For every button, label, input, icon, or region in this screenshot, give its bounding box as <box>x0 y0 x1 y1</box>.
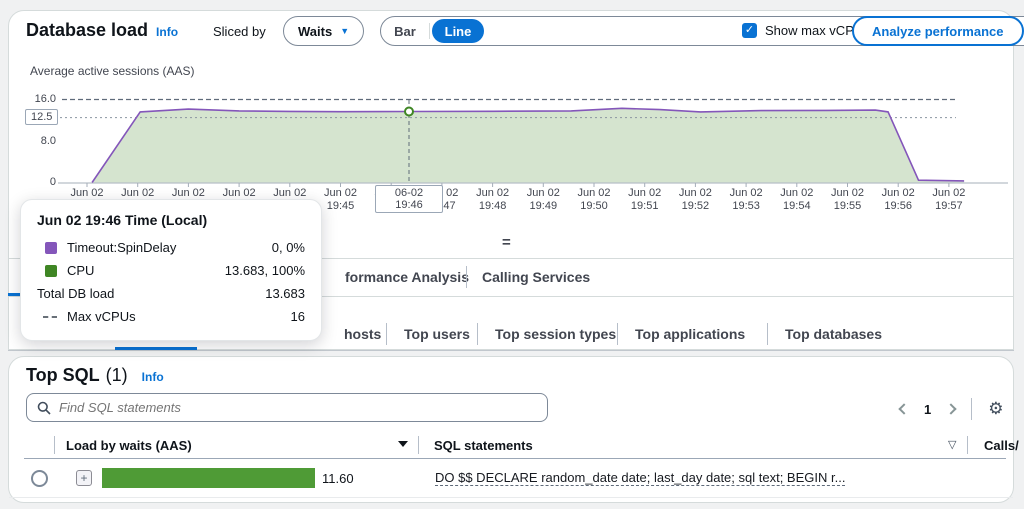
tab-separator <box>767 323 768 345</box>
tab-separator <box>466 266 467 288</box>
column-header-sql[interactable]: SQL statements <box>434 438 533 453</box>
tooltip-value: 13.683, 100% <box>224 263 305 278</box>
tab-top-hosts[interactable]: hosts <box>344 326 381 342</box>
x-tick-label: Jun 02 19:53 <box>729 187 763 212</box>
show-max-vcpu-label: Show max vCPU <box>765 23 864 38</box>
top-sql-info-link[interactable]: Info <box>142 370 164 384</box>
filter-icon[interactable]: ▽ <box>948 438 956 451</box>
chart-resize-handle[interactable]: = <box>502 234 511 251</box>
tab-top-session-types[interactable]: Top session types <box>495 326 616 342</box>
tooltip-title: Jun 02 19:46 Time (Local) <box>37 212 208 228</box>
search-icon <box>37 401 51 415</box>
pagination-next-icon[interactable] <box>945 403 957 415</box>
load-by-waits-bar <box>102 468 315 488</box>
y-axis-title: Average active sessions (AAS) <box>30 64 195 78</box>
tooltip-row-max-vcpus: Max vCPUs 16 <box>37 305 305 328</box>
tab-separator <box>617 323 618 345</box>
tooltip-label: CPU <box>67 263 95 278</box>
spindelay-swatch <box>45 241 57 254</box>
sql-search-input[interactable] <box>59 400 537 415</box>
hover-value-badge: 12.5 <box>25 109 59 125</box>
x-tick-label: Jun 02 19:50 <box>577 187 611 212</box>
column-separator <box>967 436 968 454</box>
tooltip-label: Total DB load <box>37 286 115 301</box>
column-separator <box>54 436 55 454</box>
tooltip-value: 0, 0% <box>271 240 305 255</box>
tab-top-applications[interactable]: Top applications <box>635 326 745 342</box>
sliced-by-label: Sliced by <box>213 24 266 39</box>
x-tick-label: Jun 02 19:48 <box>476 187 510 212</box>
tooltip-row-cpu: CPU 13.683, 100% <box>37 259 305 282</box>
top-sql-count: (1) <box>105 365 128 385</box>
tooltip-value: 16 <box>290 309 305 324</box>
toggle-bar-option[interactable]: Bar <box>381 24 429 39</box>
x-tick-label: Jun 02 19:57 <box>932 187 966 212</box>
tab-top-users[interactable]: Top users <box>404 326 470 342</box>
sort-descending-icon[interactable] <box>398 441 408 447</box>
x-tick-label: Jun 02 19:45 <box>323 187 358 212</box>
max-vcpu-dash-swatch <box>43 315 57 318</box>
x-tick-label: Jun 02 19:55 <box>830 187 865 212</box>
hover-time-badge: 06-02 19:46 <box>375 185 443 213</box>
table-row-border <box>9 497 1013 498</box>
pagination-prev-icon[interactable] <box>898 403 910 415</box>
x-tick-label: Jun 02 19:56 <box>881 187 915 212</box>
toggle-separator <box>429 23 430 39</box>
y-tick-0: 0 <box>49 176 56 188</box>
y-tick-16: 16.0 <box>34 93 56 105</box>
analyze-performance-button[interactable]: Analyze performance <box>852 16 1024 46</box>
chart-tooltip: Jun 02 19:46 Time (Local) Timeout:SpinDe… <box>20 199 322 341</box>
cpu-swatch <box>45 264 57 277</box>
row-select-radio[interactable] <box>31 470 48 487</box>
column-header-load[interactable]: Load by waits (AAS) <box>66 438 192 453</box>
active-tab-underline-dimensions <box>115 347 197 350</box>
load-value: 11.60 <box>322 471 354 486</box>
tab-separator <box>386 323 387 345</box>
x-tick-label: Jun 02 19:49 <box>526 187 560 212</box>
tab-separator <box>477 323 478 345</box>
slice-by-value: Waits <box>298 23 333 39</box>
x-tick-label: Jun 02 19:54 <box>780 187 814 212</box>
column-separator <box>418 436 419 454</box>
sql-statement-link[interactable]: DO $$ DECLARE random_date date; last_day… <box>435 470 846 486</box>
column-header-calls[interactable]: Calls/ <box>984 438 1019 453</box>
database-load-title: Database load <box>26 20 149 40</box>
table-header-border <box>24 458 1006 459</box>
x-tick-label: Jun 02 19:51 <box>628 187 662 212</box>
slice-by-dropdown[interactable]: Waits ▼ <box>283 16 365 46</box>
tab-performance-analysis[interactable]: formance Analysis <box>345 269 469 285</box>
top-sql-title: Top SQL <box>26 365 100 385</box>
toggle-line-option[interactable]: Line <box>432 19 484 43</box>
performance-insights-page: Database load Info Sliced by Waits ▼ Bar… <box>0 0 1024 509</box>
tooltip-label: Max vCPUs <box>67 309 136 324</box>
sql-search-box <box>26 393 548 422</box>
tab-top-databases[interactable]: Top databases <box>785 326 882 342</box>
toolbar-separator <box>971 398 973 420</box>
tab-calling-services[interactable]: Calling Services <box>482 269 590 285</box>
x-tick-label: Jun 02 19:52 <box>678 187 712 212</box>
chevron-down-icon: ▼ <box>340 26 350 36</box>
row-expand-button[interactable]: + <box>76 470 92 486</box>
tooltip-value: 13.683 <box>265 286 305 301</box>
show-max-vcpu-checkbox[interactable]: ✓ <box>742 23 757 38</box>
y-tick-8: 8.0 <box>40 135 56 147</box>
tooltip-row-spindelay: Timeout:SpinDelay 0, 0% <box>37 236 305 259</box>
database-load-info-link[interactable]: Info <box>156 25 178 39</box>
gear-icon[interactable]: ⚙ <box>988 399 1003 419</box>
dimension-tabs-border <box>8 350 1014 351</box>
pagination-page-1[interactable]: 1 <box>924 402 931 417</box>
tooltip-row-total: Total DB load 13.683 <box>37 282 305 305</box>
tooltip-label: Timeout:SpinDelay <box>67 240 177 255</box>
